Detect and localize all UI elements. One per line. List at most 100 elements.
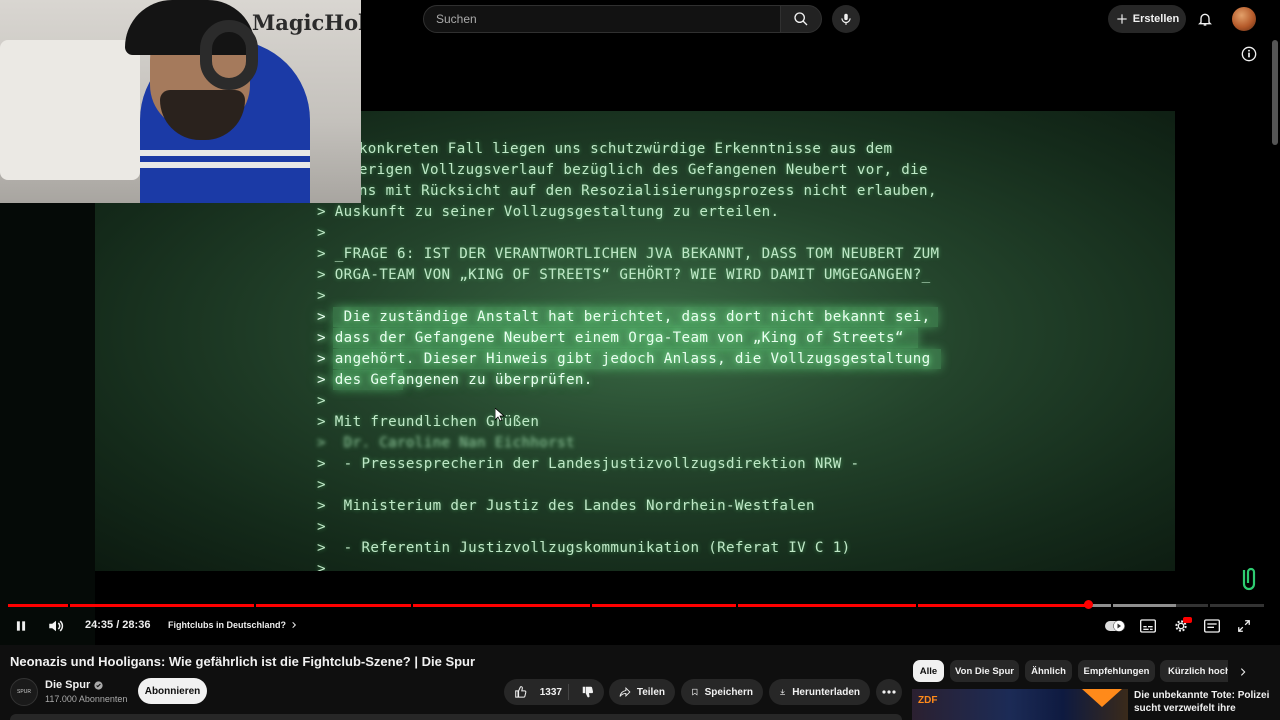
save-button[interactable]: Speichern — [681, 679, 763, 705]
progress-bar[interactable] — [8, 604, 1264, 607]
document-line-redacted: > Dr. Caroline Nan Eichhorst — [317, 435, 575, 451]
headset — [200, 20, 258, 90]
document-line-highlighted: > des Gefangenen zu überprüfen. — [317, 372, 593, 388]
share-icon — [619, 686, 631, 698]
document-line: > Ministerium der Justiz des Landes Nord… — [317, 498, 815, 514]
jacket-stripe — [140, 162, 310, 168]
share-button[interactable]: Teilen — [609, 679, 675, 705]
document-line: > ORGA-TEAM VON „KING OF STREETS“ GEHÖRT… — [317, 267, 931, 283]
video-player[interactable]: konkreten Fall liegen uns schutzwürdige … — [0, 0, 1280, 645]
settings-button[interactable] — [1170, 616, 1192, 636]
plus-icon — [1117, 14, 1127, 24]
miniplayer-icon — [1204, 619, 1220, 633]
search-button[interactable] — [780, 5, 822, 33]
chips-next-button[interactable] — [1232, 661, 1254, 683]
subtitles-button[interactable] — [1138, 617, 1158, 635]
channel-avatar[interactable]: SPUR — [10, 678, 38, 706]
thumbnail-graphic — [1082, 689, 1122, 707]
like-count: 1337 — [539, 686, 562, 698]
subtitles-icon — [1140, 619, 1156, 633]
voice-search-button[interactable] — [832, 5, 860, 33]
document-line: > - Pressesprecherin der Landesjustizvol… — [317, 456, 860, 472]
document-line: > — [317, 225, 326, 241]
dislike-button[interactable] — [572, 679, 604, 705]
chapter-title: Fightclubs in Deutschland? — [168, 620, 287, 630]
expand-icon — [1238, 620, 1250, 632]
download-label: Herunterladen — [792, 686, 860, 698]
like-divider — [568, 684, 569, 700]
bell-icon — [1198, 13, 1212, 26]
thumbnail-logo: ZDF — [918, 695, 938, 706]
chevron-right-icon — [292, 621, 297, 629]
document-line: > Auskunft zu seiner Vollzugsgestaltung … — [317, 204, 780, 220]
fullscreen-button[interactable] — [1234, 616, 1254, 636]
chip-clip: Kürzlich hochgeladen — [1160, 660, 1228, 682]
chip-from-channel[interactable]: Von Die Spur — [950, 660, 1019, 682]
document-line-highlighted: > dass der Gefangene Neubert einem Orga-… — [317, 330, 904, 346]
share-label: Teilen — [636, 686, 665, 698]
chapter-gap — [68, 604, 70, 607]
document-line: > _FRAGE 6: IST DER VERANTWORTLICHEN JVA… — [317, 246, 940, 262]
chapter-gap — [916, 604, 918, 607]
like-button[interactable]: 1337 — [504, 679, 572, 705]
document-line-highlighted: > Die zuständige Anstalt hat berichtet, … — [317, 309, 931, 325]
document-line: > — [317, 288, 326, 304]
download-button[interactable]: Herunterladen — [769, 679, 870, 705]
webcam-sofa — [0, 40, 140, 180]
chapter-gap — [411, 604, 413, 607]
channel-name[interactable]: Die Spur — [45, 679, 103, 691]
notifications-button[interactable] — [1195, 9, 1215, 29]
account-avatar[interactable] — [1232, 7, 1256, 31]
search-input[interactable]: Suchen — [423, 5, 781, 33]
paperclip-icon — [1242, 567, 1256, 591]
pause-button[interactable] — [12, 617, 30, 635]
chapter-title-button[interactable]: Fightclubs in Deutschland? — [168, 620, 298, 630]
volume-icon — [49, 620, 64, 632]
document-line: > - Referentin Justizvollzugskommunikati… — [317, 540, 851, 556]
chapter-gap — [736, 604, 738, 607]
chapter-gap — [254, 604, 256, 607]
recommended-thumbnail[interactable]: ZDF — [912, 689, 1128, 720]
more-horizontal-icon — [882, 690, 896, 694]
chapter-gap — [1208, 604, 1210, 607]
miniplayer-button[interactable] — [1202, 617, 1222, 635]
autoplay-toggle[interactable] — [1104, 617, 1126, 635]
chip-all[interactable]: Alle — [913, 660, 944, 682]
document-line: > — [317, 519, 326, 535]
video-title: Neonazis und Hooligans: Wie gefährlich i… — [10, 654, 476, 669]
chip-similar[interactable]: Ähnlich — [1025, 660, 1072, 682]
toggle-icon — [1105, 620, 1125, 632]
mouse-cursor-icon — [495, 408, 505, 422]
document-line-highlighted: > angehört. Dieser Hinweis gibt jedoch A… — [317, 351, 931, 367]
chip-recently-uploaded[interactable]: Kürzlich hochgeladen — [1160, 660, 1228, 682]
progress-buffered — [1088, 604, 1176, 607]
microphone-icon — [841, 13, 851, 25]
verified-icon — [94, 680, 103, 690]
thumbs-up-icon — [515, 686, 527, 698]
description-box[interactable] — [10, 714, 902, 720]
create-button[interactable]: Erstellen — [1108, 5, 1186, 33]
more-actions-button[interactable] — [876, 679, 902, 705]
document-line: konkreten Fall liegen uns schutzwürdige … — [350, 141, 893, 157]
create-label: Erstellen — [1132, 13, 1180, 25]
document-line: uns mit Rücksicht auf den Resozialisieru… — [350, 183, 937, 199]
chevron-right-icon — [1240, 668, 1246, 676]
recommended-title[interactable]: Die unbekannte Tote: Polizei sucht verzw… — [1134, 689, 1274, 715]
document-line: > — [317, 393, 326, 409]
document-line: herigen Vollzugsverlauf bezüglich des Ge… — [350, 162, 928, 178]
mute-button[interactable] — [46, 616, 66, 636]
subscribe-button[interactable]: Abonnieren — [138, 678, 207, 704]
document-line: > Mit freundlichen Grüßen — [317, 414, 540, 430]
scrubber-handle[interactable] — [1084, 600, 1093, 609]
pause-icon — [16, 621, 26, 631]
document-line: > — [317, 477, 326, 493]
chip-recommendations[interactable]: Empfehlungen — [1078, 660, 1155, 682]
webcam-overlay: MagicHolz — [0, 0, 361, 203]
document-line: > — [317, 561, 326, 571]
chapter-gap — [590, 604, 592, 607]
subscriber-count: 117.000 Abonnenten — [45, 694, 128, 704]
download-icon — [780, 689, 786, 696]
page-scrollbar[interactable] — [1272, 40, 1278, 145]
info-icon[interactable] — [1241, 46, 1257, 62]
progress-played — [8, 604, 1088, 607]
